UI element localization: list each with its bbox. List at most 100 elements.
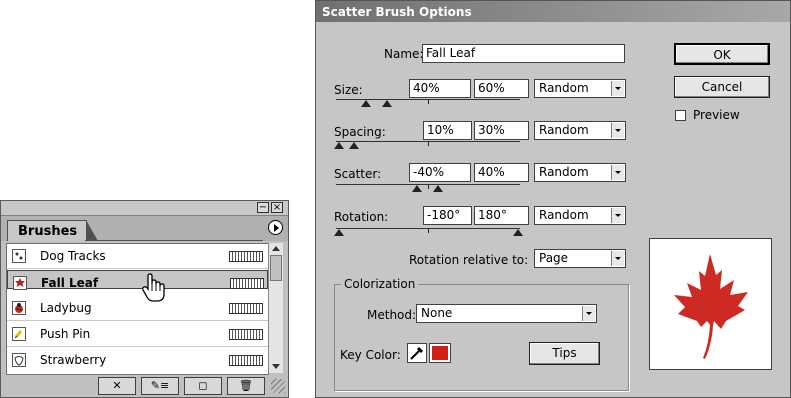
spacing-max-field[interactable]: 30%	[474, 121, 529, 140]
scatter-min-slider-handle[interactable]	[412, 185, 422, 192]
chevron-down-icon[interactable]	[611, 81, 624, 96]
key-color-label: Key Color:	[340, 348, 401, 362]
scatter-label: Scatter:	[334, 167, 382, 181]
dog-tracks-icon	[12, 249, 26, 263]
chevron-down-icon[interactable]	[611, 123, 624, 138]
scatter-slider-midpoint	[428, 185, 429, 189]
scroll-down-icon[interactable]	[272, 364, 280, 369]
ok-button[interactable]: OK	[674, 43, 770, 65]
scatter-stroke-preview-icon	[229, 355, 263, 366]
colorization-title: Colorization	[341, 277, 419, 291]
resize-grip-icon[interactable]	[271, 379, 285, 393]
spacing-min-field[interactable]: 10%	[423, 121, 472, 140]
list-item[interactable]: Dog Tracks	[7, 244, 268, 269]
palette-title-bar[interactable]: − ×	[1, 201, 288, 216]
eyedropper-icon[interactable]	[407, 343, 427, 363]
method-select[interactable]: None	[416, 304, 597, 323]
rotation-min-field[interactable]: -180°	[423, 206, 472, 225]
spacing-slider-midpoint	[428, 142, 429, 146]
rotation-min-slider-handle[interactable]	[334, 229, 344, 236]
colorization-group	[334, 284, 629, 391]
size-slider-midpoint	[428, 100, 429, 104]
key-color-swatch[interactable]	[429, 343, 451, 363]
palette-bottom-bar: ✕ ✎≡ ◻ 🗑	[1, 375, 288, 397]
strawberry-icon	[12, 353, 26, 367]
ladybug-icon	[12, 301, 26, 315]
rotation-slider-midpoint	[428, 229, 429, 233]
size-mode-select[interactable]: Random	[534, 79, 626, 98]
name-label: Name:	[384, 47, 424, 61]
delete-brush-button[interactable]: 🗑	[227, 377, 265, 395]
rotation-mode-value: Random	[539, 208, 589, 222]
list-item-label: Push Pin	[40, 327, 91, 341]
size-max-field[interactable]: 60%	[474, 79, 529, 98]
list-item-label: Ladybug	[40, 301, 92, 315]
maple-leaf-icon	[674, 254, 748, 359]
size-max-slider-handle[interactable]	[382, 100, 392, 107]
list-item[interactable]: Push Pin	[7, 322, 268, 347]
rotation-label: Rotation:	[334, 210, 389, 224]
tab-brushes[interactable]: Brushes	[7, 220, 98, 241]
spacing-label: Spacing:	[334, 125, 386, 139]
minimize-button[interactable]: −	[257, 202, 269, 213]
rotation-max-slider-handle[interactable]	[513, 229, 523, 236]
scatter-mode-value: Random	[539, 165, 589, 179]
scroll-thumb[interactable]	[270, 255, 282, 281]
list-item-label: Fall Leaf	[41, 276, 99, 290]
brush-preview	[649, 238, 772, 370]
scatter-min-field[interactable]: -40%	[409, 163, 471, 182]
hand-pointer-icon	[140, 273, 166, 308]
method-label: Method:	[367, 308, 417, 322]
spacing-max-slider-handle[interactable]	[349, 142, 359, 149]
spacing-mode-select[interactable]: Random	[534, 121, 626, 140]
remove-brush-stroke-button[interactable]: ✕	[98, 377, 136, 395]
push-pin-icon	[12, 327, 26, 341]
scatter-stroke-preview-icon	[229, 251, 263, 262]
name-field[interactable]: Fall Leaf	[422, 44, 625, 63]
rotation-relative-select[interactable]: Page	[534, 249, 626, 268]
list-scrollbar[interactable]	[268, 243, 283, 373]
list-item[interactable]: Strawberry	[7, 348, 268, 373]
chevron-down-icon[interactable]	[611, 165, 624, 180]
cancel-button[interactable]: Cancel	[674, 76, 770, 98]
tab-divider	[85, 240, 263, 241]
dialog-title: Scatter Brush Options	[322, 5, 472, 19]
size-min-field[interactable]: 40%	[409, 79, 471, 98]
chevron-down-icon[interactable]	[582, 306, 595, 321]
spacing-min-slider-handle[interactable]	[334, 142, 344, 149]
rotation-max-field[interactable]: 180°	[474, 206, 529, 225]
new-brush-button[interactable]: ◻	[184, 377, 222, 395]
chevron-down-icon[interactable]	[611, 251, 624, 266]
key-color-fill	[432, 346, 448, 360]
tips-button[interactable]: Tips	[529, 342, 600, 365]
scatter-max-field[interactable]: 40%	[474, 163, 529, 182]
scatter-brush-options-dialog: Scatter Brush Options Name: Fall Leaf Si…	[315, 0, 791, 398]
palette-menu-button[interactable]	[268, 220, 283, 235]
scatter-mode-select[interactable]: Random	[534, 163, 626, 182]
method-value: None	[421, 306, 453, 320]
rotation-relative-label: Rotation relative to:	[409, 253, 529, 267]
scatter-stroke-preview-icon	[229, 303, 263, 314]
close-button[interactable]: ×	[271, 202, 283, 213]
rotation-mode-select[interactable]: Random	[534, 206, 626, 225]
size-mode-value: Random	[539, 81, 589, 95]
scatter-stroke-preview-icon	[230, 278, 264, 289]
scatter-stroke-preview-icon	[229, 329, 263, 340]
list-item[interactable]: Ladybug	[7, 296, 268, 321]
size-label: Size:	[334, 83, 363, 97]
brush-list: Dog Tracks Fall Leaf Ladybug Push Pin St…	[6, 243, 269, 375]
brush-options-button[interactable]: ✎≡	[141, 377, 179, 395]
list-item-label: Dog Tracks	[40, 249, 106, 263]
palette-tab-row: Brushes	[1, 216, 288, 241]
spacing-mode-value: Random	[539, 123, 589, 137]
chevron-down-icon[interactable]	[611, 208, 624, 223]
list-item[interactable]: Fall Leaf	[7, 270, 268, 290]
dialog-title-bar[interactable]: Scatter Brush Options	[316, 1, 790, 22]
scroll-up-icon[interactable]	[272, 246, 280, 251]
preview-checkbox[interactable]	[675, 110, 686, 121]
preview-label: Preview	[693, 108, 740, 122]
size-min-slider-handle[interactable]	[361, 100, 371, 107]
rotation-relative-value: Page	[539, 251, 569, 265]
leaf-icon	[13, 276, 27, 290]
scatter-max-slider-handle[interactable]	[433, 185, 443, 192]
